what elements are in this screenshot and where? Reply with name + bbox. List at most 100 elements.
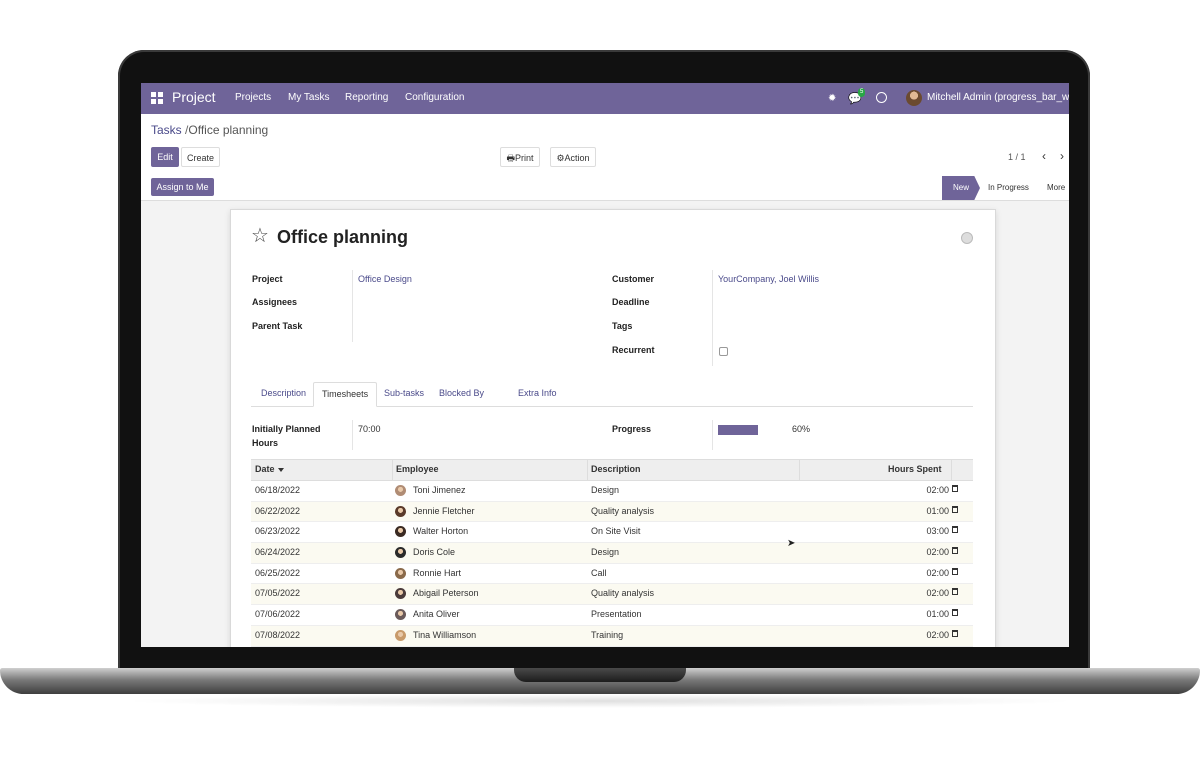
tab-timesheets[interactable]: Timesheets [313,382,378,407]
user-menu[interactable]: Mitchell Admin (progress_bar_widget [927,92,1069,103]
trash-icon[interactable] [952,609,958,617]
cell-hours-spent: 03:00 [926,526,949,537]
menu-my-tasks[interactable]: My Tasks [288,92,330,103]
table-row[interactable]: 06/25/2022 Ronnie Hart Call 02:00 [251,564,973,585]
employee-avatar [395,485,406,496]
cell-hours-spent: 02:00 [926,629,949,640]
create-button[interactable]: Create [181,147,220,167]
table-row[interactable]: 06/23/2022 Walter Horton On Site Visit 03:0… [251,522,973,544]
cell-hours-spent: 02:00 [926,485,949,495]
activity-clock-icon[interactable] [876,92,887,103]
menu-projects[interactable]: Projects [235,92,271,103]
column-hours-spent[interactable]: Hours Spent [888,464,942,474]
tab-sub-tasks[interactable]: Sub-tasks [376,382,432,405]
gear-icon: ⚙ [556,153,565,163]
table-row[interactable]: 06/22/2022 Jennie Fletcher Quality analysi… [251,501,973,523]
project-label: Project [252,274,283,284]
cell-description: Design [591,547,620,558]
cell-hours-spent: 02:00 [926,547,949,558]
column-separator[interactable] [951,460,952,480]
project-value[interactable]: Office Design [358,274,412,284]
star-icon[interactable]: ☆ [251,226,269,246]
planned-hours-value[interactable]: 70:00 [358,424,381,434]
user-avatar[interactable] [906,90,922,106]
cell-hours-spent: 01:00 [926,609,949,620]
bug-icon[interactable]: ✹ [828,93,836,104]
tab-blocked-by[interactable]: Blocked By [431,382,492,405]
table-row[interactable]: 06/24/2022 Doris Cole Design 02:00 [251,543,973,564]
column-description[interactable]: Description [591,464,641,474]
cell-description: Call [591,567,607,578]
table-header: Date Employee Description Hours Spent [251,459,973,481]
task-title[interactable]: Office planning [277,227,408,248]
recurrent-checkbox[interactable] [719,347,728,356]
breadcrumb-current: Office planning [188,123,269,137]
cell-date: 07/06/2022 [255,609,301,620]
pager-value[interactable]: 1 / 1 [1008,152,1026,162]
column-date-label: Date [255,464,275,474]
form-sheet: ☆ Office planning Project Office Design … [230,209,996,647]
trash-icon[interactable] [952,629,958,637]
print-label: Print [514,153,534,163]
trash-icon[interactable] [952,485,958,492]
progress-label: Progress [612,424,652,434]
employee-avatar [395,609,406,621]
stage-in-progress[interactable]: In Progress [981,176,1037,200]
cell-description: On Site Visit [591,526,641,537]
table-row[interactable]: 07/08/2022 Tina Williamson Training 02:00 [251,625,973,647]
column-employee[interactable]: Employee [396,464,439,474]
column-date[interactable]: Date [255,464,284,474]
trash-icon[interactable] [952,526,958,534]
action-label: Action [564,153,590,163]
column-separator[interactable] [392,460,393,480]
trash-icon[interactable] [952,567,958,575]
timesheet-table: Date Employee Description Hours Spent 06… [251,459,973,647]
apps-grid-icon[interactable] [151,92,163,104]
menu-configuration[interactable]: Configuration [405,92,464,103]
notebook-tabs: Description Timesheets Sub-tasks Blocked… [251,382,973,407]
column-separator[interactable] [799,460,800,480]
table-row[interactable]: 07/05/2022 Abigail Peterson Quality analys… [251,584,973,606]
trash-icon[interactable] [952,547,958,555]
table-row[interactable]: 07/09/2022Toni JimenezDesign02:00 [251,647,973,648]
table-row[interactable]: 07/06/2022 Anita Oliver Presentation 01:00 [251,605,973,626]
print-button[interactable]: 🖶Print [500,147,540,167]
edit-button[interactable]: Edit [151,147,179,167]
employee-avatar [395,629,406,641]
pager-previous-button[interactable]: ‹ [1042,149,1046,163]
app-brand[interactable]: Project [172,89,216,105]
left-column-divider [352,270,353,342]
cell-date: 07/05/2022 [255,588,301,599]
tab-description[interactable]: Description [253,382,314,405]
pager-next-button[interactable]: › [1060,149,1064,163]
parent-task-label: Parent Task [252,321,303,331]
trash-icon[interactable] [952,588,958,596]
cell-date: 06/25/2022 [255,567,301,578]
cell-employee: Doris Cole [413,547,456,558]
stage-new[interactable]: New [942,176,980,200]
employee-avatar [395,588,406,600]
breadcrumb-tasks[interactable]: Tasks [151,123,182,137]
kanban-state-dot[interactable] [961,232,973,244]
stage-more[interactable]: More [1041,176,1069,200]
table-row[interactable]: 06/18/2022 Toni Jimenez Design 02:00 [251,481,973,502]
assign-to-me-button[interactable]: Assign to Me [151,178,214,196]
progress-divider [712,420,713,450]
progress-value: 60% [792,424,811,434]
cell-date: 07/08/2022 [255,629,301,640]
tab-extra-info[interactable]: Extra Info [510,382,565,405]
cell-date: 06/24/2022 [255,547,301,558]
customer-value[interactable]: YourCompany, Joel Willis [718,274,819,284]
menu-reporting[interactable]: Reporting [345,92,388,103]
progress-bar [718,425,785,435]
trash-icon[interactable] [952,505,958,513]
cell-date: 06/22/2022 [255,505,301,516]
chat-count-badge: 5 [858,88,866,97]
breadcrumb: Tasks /Office planning [151,123,268,137]
sort-caret-icon [277,467,284,472]
cell-date: 06/23/2022 [255,526,301,537]
cell-employee: Walter Horton [413,526,469,537]
deadline-label: Deadline [612,297,650,307]
action-button[interactable]: ⚙Action [550,147,596,167]
column-separator[interactable] [587,460,588,480]
